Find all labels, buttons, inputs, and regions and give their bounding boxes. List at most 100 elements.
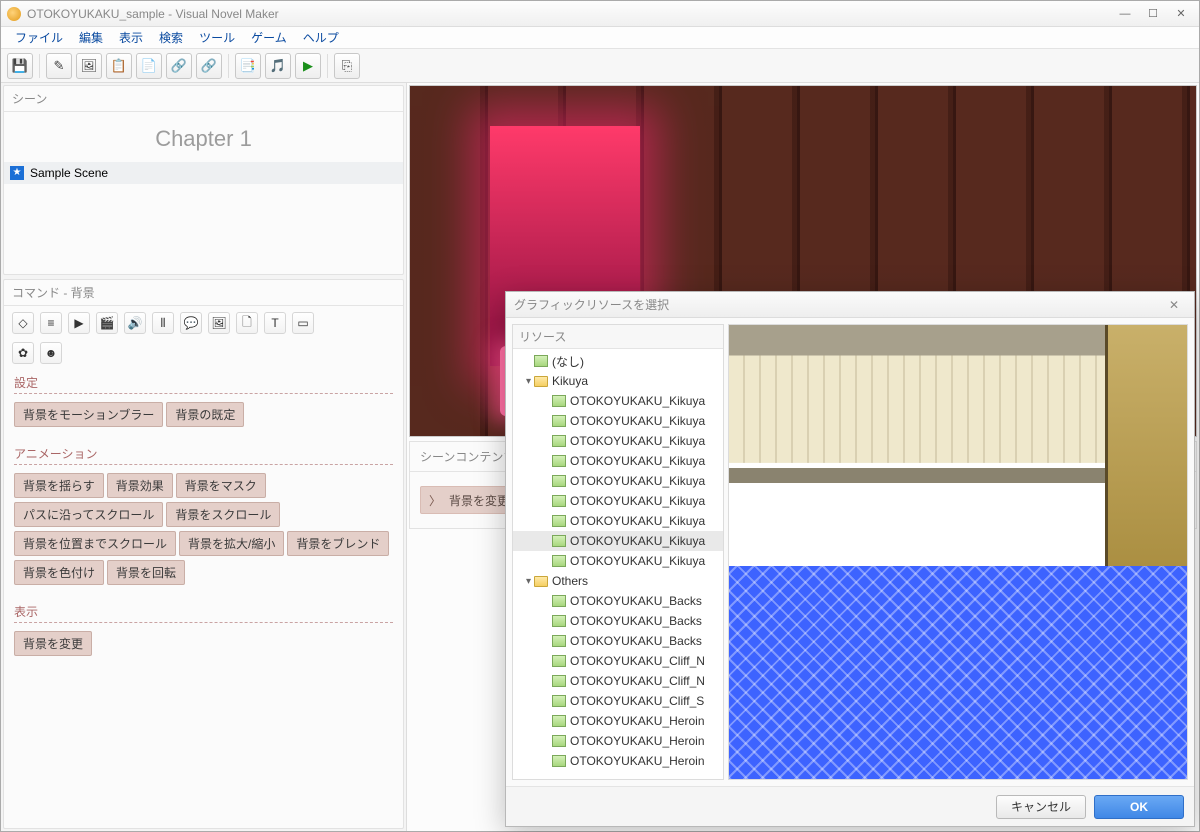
toolbar-button-13[interactable]: ⎘ (334, 53, 360, 79)
menu-ツール[interactable]: ツール (191, 27, 243, 48)
toolbar-separator (39, 54, 40, 78)
command-button[interactable]: 背景を回転 (107, 560, 185, 585)
menu-表示[interactable]: 表示 (111, 27, 151, 48)
tree-item[interactable]: OTOKOYUKAKU_Heroin (513, 751, 723, 771)
disclosure-triangle-icon[interactable]: ▾ (523, 576, 534, 587)
menu-ゲーム[interactable]: ゲーム (243, 27, 295, 48)
ok-button[interactable]: OK (1094, 795, 1184, 819)
command-button[interactable]: 背景を拡大/縮小 (179, 531, 284, 556)
scene-row[interactable]: ★ Sample Scene (4, 162, 403, 184)
menu-編集[interactable]: 編集 (71, 27, 111, 48)
command-section: 表示背景を変更 (4, 595, 403, 666)
command-section: 設定背景をモーションブラー背景の既定 (4, 366, 403, 437)
tree-item-label: OTOKOYUKAKU_Heroin (570, 714, 705, 728)
tree-item[interactable]: OTOKOYUKAKU_Cliff_N (513, 671, 723, 691)
tree-folder[interactable]: ▾Others (513, 571, 723, 591)
command-category-icon[interactable]: 🎬 (96, 312, 118, 334)
tree-item[interactable]: OTOKOYUKAKU_Backs (513, 611, 723, 631)
command-button[interactable]: 背景を位置までスクロール (14, 531, 176, 556)
maximize-button[interactable]: ☐ (1141, 6, 1165, 22)
titlebar[interactable]: OTOKOYUKAKU_sample - Visual Novel Maker … (1, 1, 1199, 27)
tree-item[interactable]: OTOKOYUKAKU_Cliff_S (513, 691, 723, 711)
toolbar-button-3[interactable]: 🖼 (76, 53, 102, 79)
disclosure-triangle-icon[interactable]: ▾ (523, 376, 534, 387)
command-button[interactable]: パスに沿ってスクロール (14, 502, 163, 527)
scene-content-row-label: 背景を変更 (449, 492, 509, 509)
tree-item[interactable]: OTOKOYUKAKU_Backs (513, 631, 723, 651)
preview-gold-panel (1105, 325, 1187, 588)
tree-item[interactable]: OTOKOYUKAKU_Kikuya (513, 491, 723, 511)
command-button[interactable]: 背景を色付け (14, 560, 104, 585)
command-category-icon[interactable]: ⦀ (152, 312, 174, 334)
toolbar-button-0[interactable]: 💾 (7, 53, 33, 79)
tree-item-label: OTOKOYUKAKU_Kikuya (570, 434, 705, 448)
image-icon (552, 455, 566, 467)
tree-item[interactable]: OTOKOYUKAKU_Kikuya (513, 391, 723, 411)
menu-検索[interactable]: 検索 (151, 27, 191, 48)
tree-item[interactable]: OTOKOYUKAKU_Heroin (513, 731, 723, 751)
command-category-icon[interactable]: ✿ (12, 342, 34, 364)
command-button[interactable]: 背景効果 (107, 473, 173, 498)
command-section-title: 設定 (14, 370, 393, 394)
toolbar-button-11[interactable]: ▶ (295, 53, 321, 79)
dialog-titlebar[interactable]: グラフィックリソースを選択 ✕ (506, 292, 1194, 318)
tree-item[interactable]: OTOKOYUKAKU_Kikuya (513, 531, 723, 551)
tree-item-label: OTOKOYUKAKU_Heroin (570, 754, 705, 768)
toolbar-button-5[interactable]: 📄 (136, 53, 162, 79)
command-category-icon[interactable]: 💬 (180, 312, 202, 334)
command-category-icon[interactable]: ▶ (68, 312, 90, 334)
command-category-icon[interactable]: T (264, 312, 286, 334)
command-category-icon[interactable]: 🗋 (236, 312, 258, 334)
command-category-icon[interactable]: ☻ (40, 342, 62, 364)
resource-preview-panel (728, 324, 1188, 780)
command-category-icon[interactable]: ▭ (292, 312, 314, 334)
command-button[interactable]: 背景の既定 (166, 402, 244, 427)
minimize-button[interactable]: — (1113, 6, 1137, 22)
tree-item[interactable]: OTOKOYUKAKU_Kikuya (513, 551, 723, 571)
tree-item[interactable]: OTOKOYUKAKU_Kikuya (513, 511, 723, 531)
scene-panel-title: シーン (4, 86, 403, 112)
command-category-icon[interactable]: 🔊 (124, 312, 146, 334)
tree-item[interactable]: (なし) (513, 351, 723, 371)
toolbar-button-6[interactable]: 🔗 (166, 53, 192, 79)
app-icon (7, 7, 21, 21)
tree-item[interactable]: OTOKOYUKAKU_Kikuya (513, 471, 723, 491)
toolbar-separator (228, 54, 229, 78)
command-button[interactable]: 背景をマスク (176, 473, 266, 498)
toolbar-button-7[interactable]: 🔗 (196, 53, 222, 79)
menu-ファイル[interactable]: ファイル (7, 27, 71, 48)
resource-tree-header: リソース (513, 325, 723, 349)
close-button[interactable]: ✕ (1169, 6, 1193, 22)
toolbar-button-9[interactable]: 📑 (235, 53, 261, 79)
tree-item[interactable]: OTOKOYUKAKU_Kikuya (513, 411, 723, 431)
command-category-icon[interactable]: ≡ (40, 312, 62, 334)
command-category-icon[interactable]: 🖼 (208, 312, 230, 334)
menu-ヘルプ[interactable]: ヘルプ (295, 27, 347, 48)
cancel-button[interactable]: キャンセル (996, 795, 1086, 819)
tree-item[interactable]: OTOKOYUKAKU_Cliff_N (513, 651, 723, 671)
resource-tree[interactable]: (なし)▾KikuyaOTOKOYUKAKU_KikuyaOTOKOYUKAKU… (513, 349, 723, 779)
dialog-close-button[interactable]: ✕ (1162, 298, 1186, 312)
tree-item[interactable]: OTOKOYUKAKU_Heroin (513, 711, 723, 731)
command-category-icon[interactable]: ◇ (12, 312, 34, 334)
command-button[interactable]: 背景をブレンド (287, 531, 389, 556)
tree-item[interactable]: OTOKOYUKAKU_Kikuya (513, 451, 723, 471)
tree-item-label: OTOKOYUKAKU_Cliff_N (570, 654, 705, 668)
image-icon (534, 355, 548, 367)
dialog-body: リソース (なし)▾KikuyaOTOKOYUKAKU_KikuyaOTOKOY… (506, 318, 1194, 786)
command-button[interactable]: 背景を揺らす (14, 473, 104, 498)
tree-item[interactable]: OTOKOYUKAKU_Backs (513, 591, 723, 611)
command-button[interactable]: 背景をモーションブラー (14, 402, 163, 427)
image-icon (552, 535, 566, 547)
chevron-right-icon: 〉 (421, 492, 449, 509)
toolbar-button-2[interactable]: ✎ (46, 53, 72, 79)
toolbar-button-10[interactable]: 🎵 (265, 53, 291, 79)
command-button[interactable]: 背景を変更 (14, 631, 92, 656)
command-button[interactable]: 背景をスクロール (166, 502, 280, 527)
tree-folder[interactable]: ▾Kikuya (513, 371, 723, 391)
image-icon (552, 735, 566, 747)
tree-item[interactable]: OTOKOYUKAKU_Kikuya (513, 431, 723, 451)
toolbar-button-4[interactable]: 📋 (106, 53, 132, 79)
command-panel-title: コマンド - 背景 (4, 280, 403, 306)
command-section: アニメーション背景を揺らす背景効果背景をマスクパスに沿ってスクロール背景をスクロ… (4, 437, 403, 595)
